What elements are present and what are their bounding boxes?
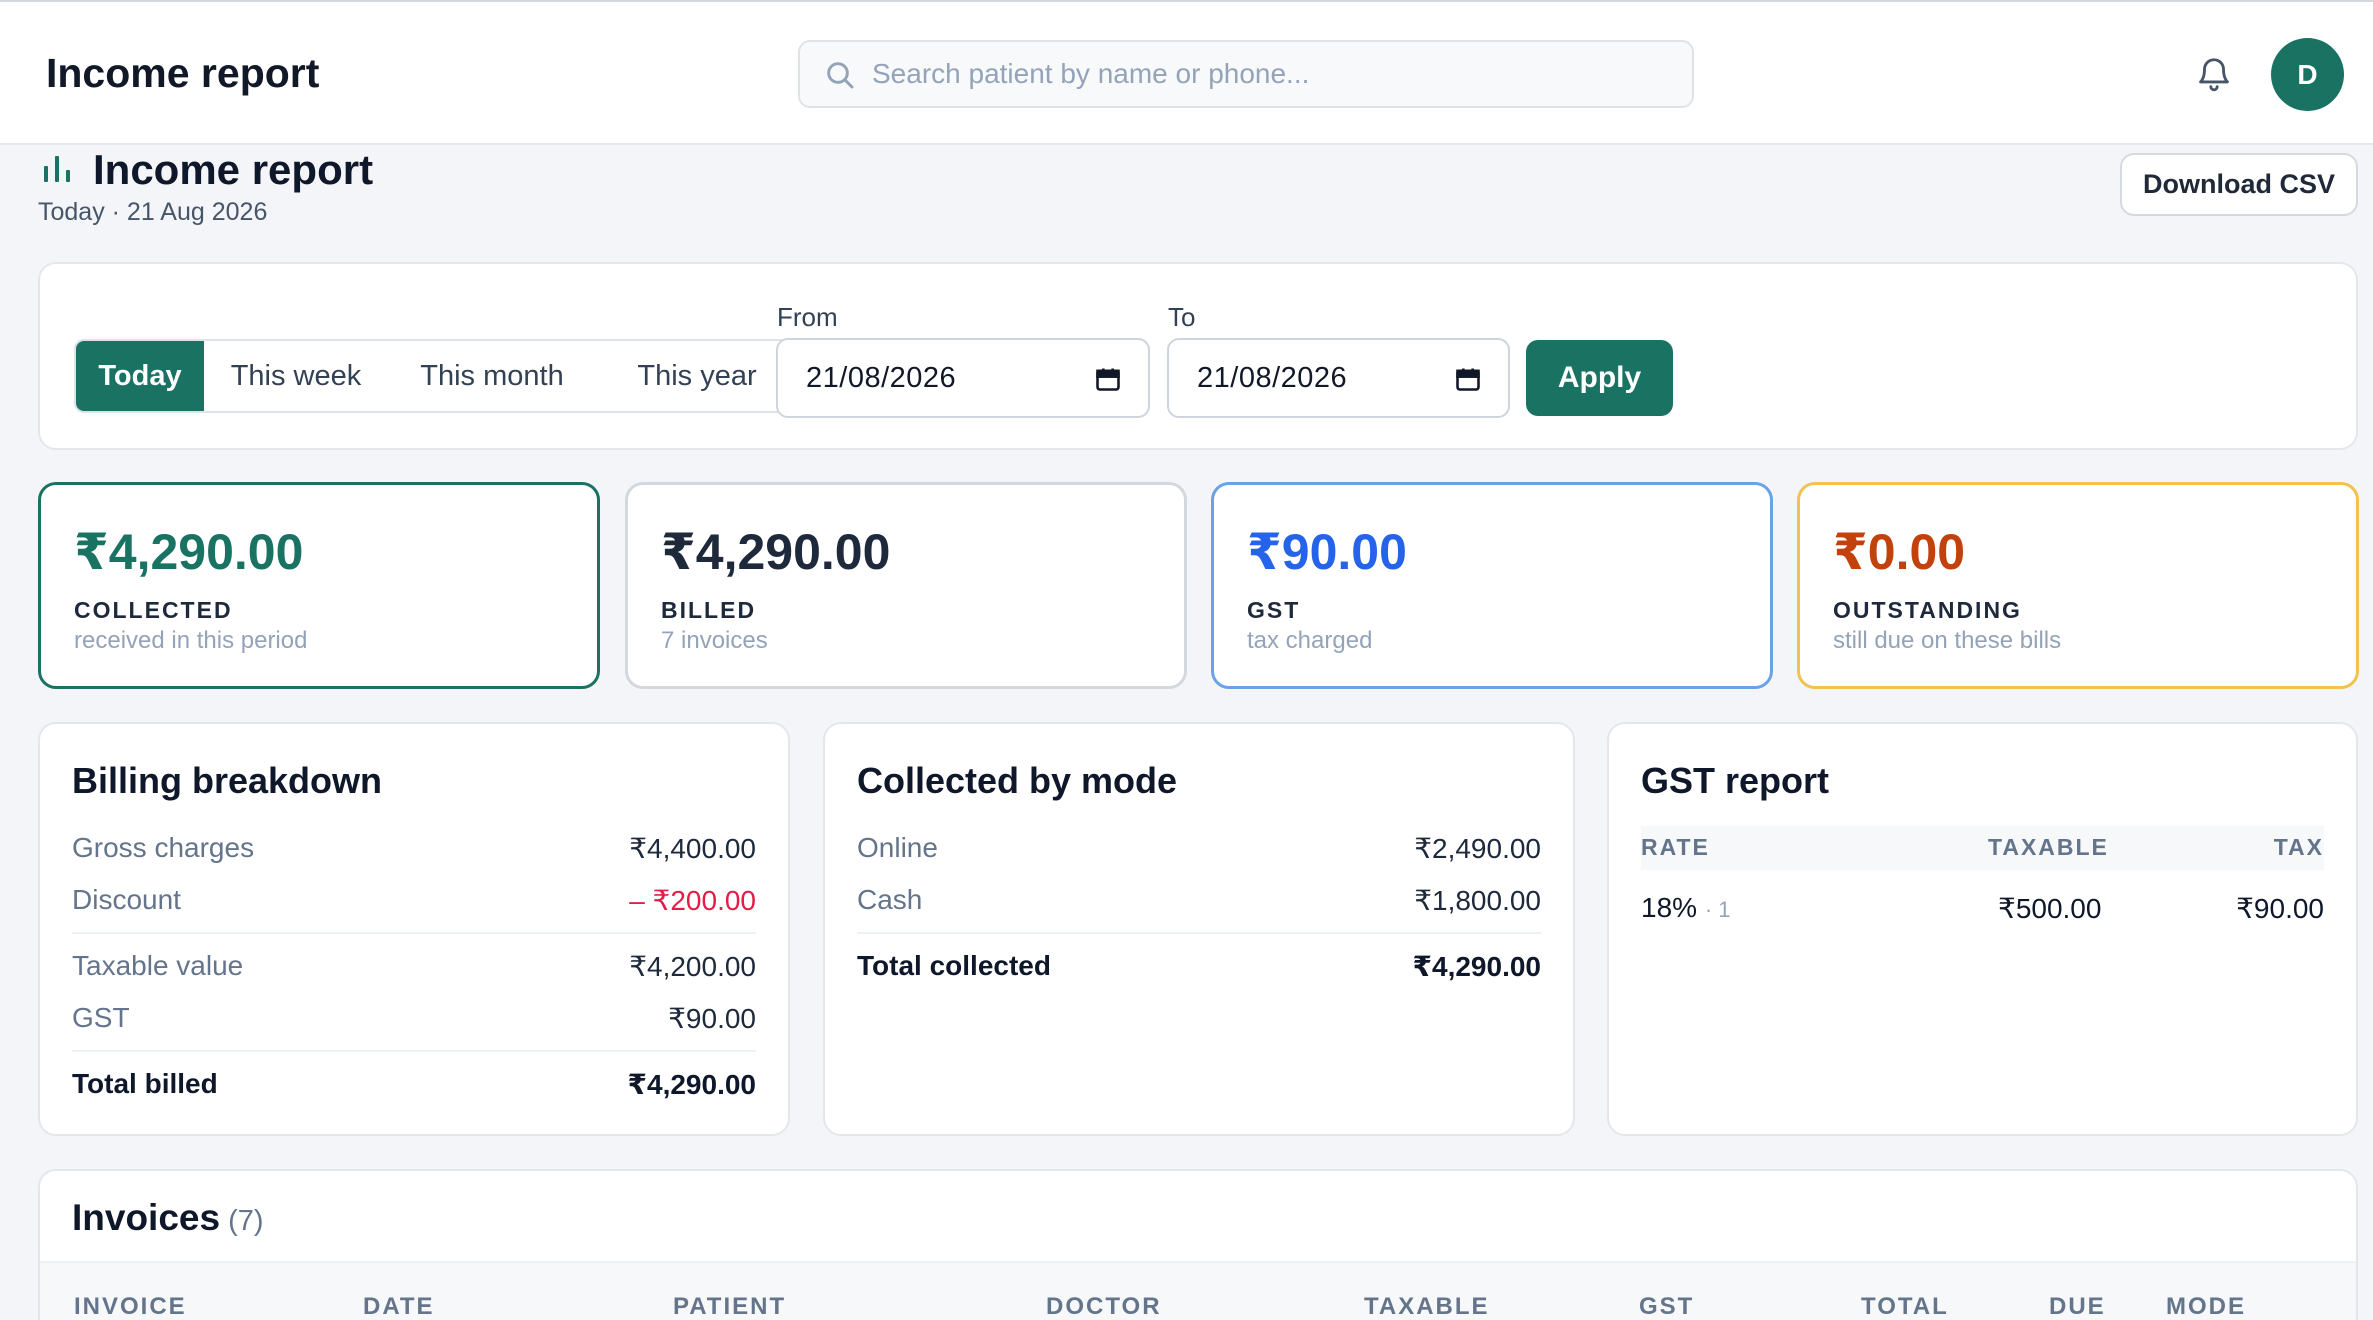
tax-cell: ₹90.00 (2236, 893, 2324, 924)
total-collected-row: Total collected ₹4,290.00 (857, 950, 1541, 990)
stat-amount: ₹0.00 (1833, 524, 1966, 580)
rate-value: 18% (1641, 892, 1698, 923)
stat-amount: ₹90.00 (1247, 524, 1407, 580)
stat-card-gst: ₹90.00 GST tax charged (1211, 482, 1773, 689)
column-header-taxable[interactable]: TAXABLE (1364, 1293, 1490, 1320)
billing-breakdown-card: Billing breakdown Gross charges ₹4,400.0… (38, 722, 790, 1136)
row-label: Total collected (857, 950, 1051, 981)
invoices-title: Invoices (7) (72, 1197, 264, 1239)
row-label: Gross charges (72, 832, 255, 863)
calendar-icon[interactable] (1454, 365, 1482, 393)
bar-chart-icon (44, 156, 70, 182)
stat-label: BILLED (661, 597, 757, 623)
app-title: Income report (46, 50, 320, 96)
column-header-doctor[interactable]: DOCTOR (1046, 1293, 1162, 1320)
stat-label: OUTSTANDING (1833, 597, 2022, 623)
column-header-invoice[interactable]: INVOICE (74, 1293, 187, 1320)
download-csv-button[interactable]: Download CSV (2120, 153, 2358, 216)
stat-description: 7 invoices (661, 627, 768, 654)
row-label: Cash (857, 884, 923, 915)
row-value: ₹4,290.00 (1412, 951, 1541, 982)
row-value: ₹4,290.00 (627, 1069, 756, 1100)
top-bar: Income report D (0, 0, 2373, 145)
gst-row: GST ₹90.00 (72, 1002, 756, 1042)
apply-button[interactable]: Apply (1526, 340, 1673, 416)
card-title: Billing breakdown (72, 760, 383, 801)
row-label: Discount (72, 884, 181, 915)
invoices-table-header: INVOICE DATE PATIENT DOCTOR TAXABLE GST … (40, 1261, 2356, 1320)
page-title: Income report (93, 146, 374, 193)
column-header-gst[interactable]: GST (1639, 1293, 1694, 1320)
to-date-input[interactable]: 21/08/2026 (1167, 338, 1510, 418)
date-filter-card: Today This week This month This year Fro… (38, 262, 2358, 450)
gst-table-header: RATE TAXABLE TAX (1641, 826, 2324, 870)
page-subtitle: Today · 21 Aug 2026 (38, 198, 268, 226)
row-value: ₹4,400.00 (629, 833, 756, 864)
gst-table-row: 18% · 1 ₹500.00 ₹90.00 (1641, 884, 2324, 928)
stat-description: still due on these bills (1833, 627, 2062, 654)
row-value: ₹4,200.00 (629, 951, 756, 982)
column-header-due[interactable]: DUE (2049, 1293, 2106, 1320)
row-label: Total billed (72, 1068, 218, 1099)
invoices-count: (7) (228, 1205, 264, 1237)
rate-cell: 18% · 1 (1641, 892, 1731, 924)
search-input[interactable] (872, 42, 1672, 106)
gst-report-card: GST report RATE TAXABLE TAX 18% · 1 ₹500… (1607, 722, 2358, 1136)
stat-label: GST (1247, 597, 1301, 623)
invoices-title-text: Invoices (72, 1197, 221, 1238)
discount-row: Discount – ₹200.00 (72, 884, 756, 924)
column-header-tax: TAX (2273, 834, 2324, 860)
card-title: Collected by mode (857, 760, 1178, 801)
row-label: Taxable value (72, 950, 244, 981)
stat-card-collected: ₹4,290.00 COLLECTED received in this per… (38, 482, 600, 689)
row-value: ₹2,490.00 (1414, 833, 1541, 864)
row-value: – ₹200.00 (629, 885, 756, 916)
stat-description: received in this period (74, 627, 308, 654)
divider (857, 932, 1541, 934)
search-icon (827, 62, 854, 89)
column-header-rate: RATE (1641, 834, 1710, 860)
collected-by-mode-card: Collected by mode Online ₹2,490.00 Cash … (823, 722, 1575, 1136)
taxable-cell: ₹500.00 (1998, 893, 2102, 924)
calendar-icon[interactable] (1094, 365, 1122, 393)
row-value: ₹1,800.00 (1414, 885, 1541, 916)
period-today[interactable]: Today (76, 341, 204, 411)
row-label: Online (857, 832, 938, 863)
row-label: GST (72, 1002, 130, 1033)
stat-card-outstanding: ₹0.00 OUTSTANDING still due on these bil… (1797, 482, 2359, 689)
to-date-value: 21/08/2026 (1197, 362, 1348, 394)
period-this-month[interactable]: This month (388, 341, 596, 411)
total-billed-row: Total billed ₹4,290.00 (72, 1068, 756, 1108)
column-header-taxable: TAXABLE (1988, 834, 2109, 860)
column-header-mode[interactable]: MODE (2166, 1293, 2246, 1320)
card-title: GST report (1641, 760, 1830, 801)
column-header-patient[interactable]: PATIENT (673, 1293, 786, 1320)
stat-description: tax charged (1247, 627, 1373, 654)
from-date-value: 21/08/2026 (806, 362, 957, 394)
user-avatar[interactable]: D (2271, 38, 2344, 111)
from-date-input[interactable]: 21/08/2026 (776, 338, 1150, 418)
invoices-card: Invoices (7) INVOICE DATE PATIENT DOCTOR … (38, 1169, 2358, 1320)
to-label: To (1168, 302, 1196, 332)
period-this-year[interactable]: This year (596, 341, 798, 411)
cash-row: Cash ₹1,800.00 (857, 884, 1541, 924)
bell-icon[interactable] (2195, 54, 2233, 94)
gross-charges-row: Gross charges ₹4,400.00 (72, 832, 756, 872)
column-header-total[interactable]: TOTAL (1861, 1293, 1949, 1320)
divider (72, 932, 756, 934)
period-selector: Today This week This month This year (74, 339, 800, 413)
taxable-value-row: Taxable value ₹4,200.00 (72, 950, 756, 990)
from-label: From (777, 302, 838, 332)
rate-count: · 1 (1704, 897, 1731, 922)
row-value: ₹90.00 (668, 1003, 756, 1034)
divider (72, 1050, 756, 1052)
stat-amount: ₹4,290.00 (661, 524, 891, 580)
search-box[interactable] (798, 40, 1694, 108)
stat-label: COLLECTED (74, 597, 233, 623)
stat-card-billed: ₹4,290.00 BILLED 7 invoices (625, 482, 1187, 689)
online-row: Online ₹2,490.00 (857, 832, 1541, 872)
period-this-week[interactable]: This week (204, 341, 388, 411)
column-header-date[interactable]: DATE (363, 1293, 435, 1320)
stat-amount: ₹4,290.00 (74, 524, 304, 580)
